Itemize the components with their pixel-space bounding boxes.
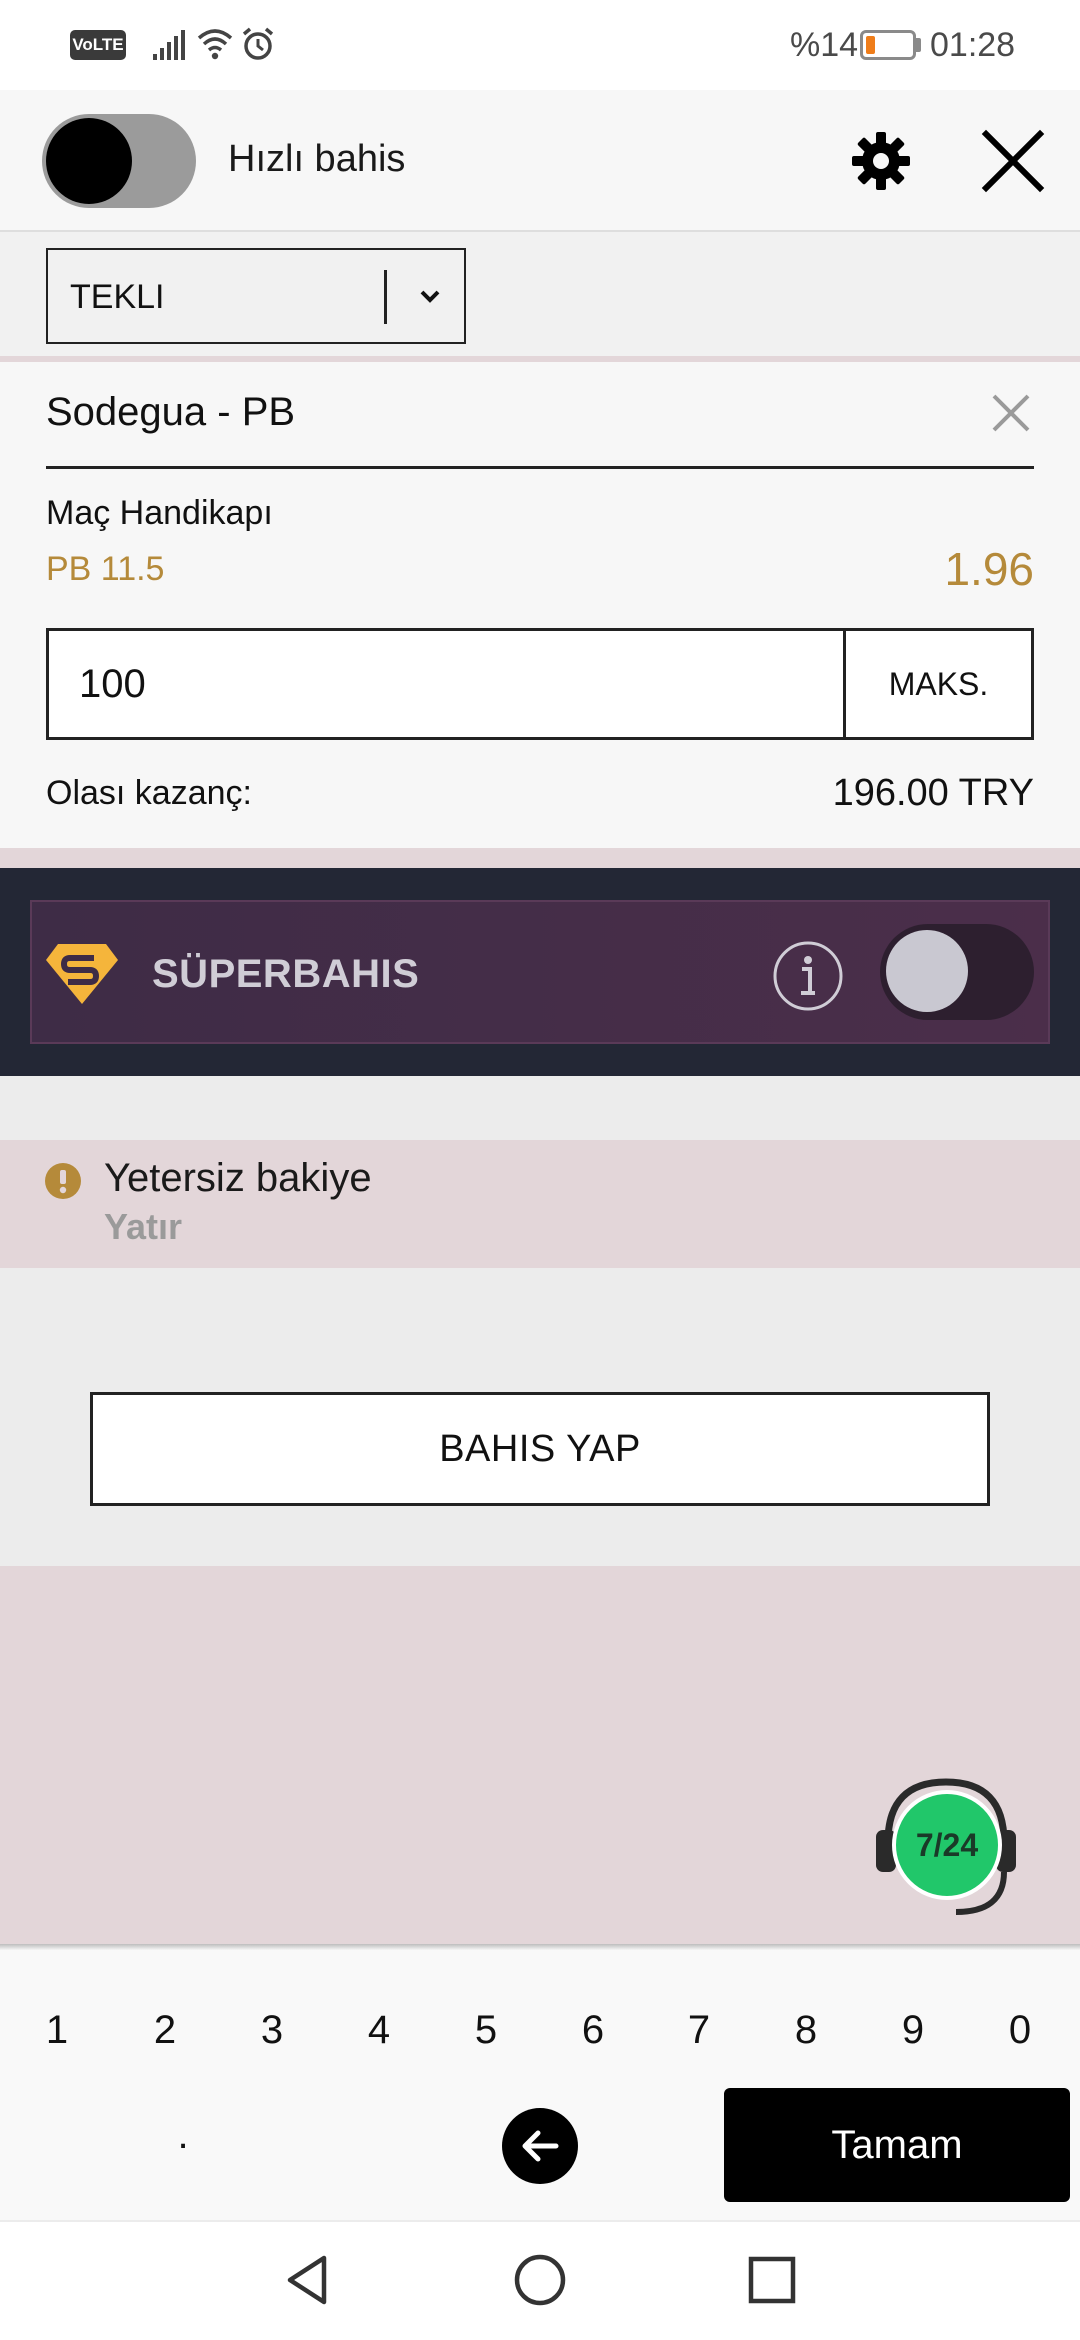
divider — [0, 848, 1080, 868]
volte-icon: VoLTE — [70, 30, 126, 60]
stake-box: MAKS. — [46, 628, 1034, 740]
battery-percent: %14 — [790, 26, 859, 64]
superbahis-label: SÜPERBAHIS — [152, 952, 420, 996]
match-name: Sodegua - PB — [46, 390, 296, 434]
superbahis-toggle-knob — [886, 930, 968, 1012]
live-support-badge[interactable]: 7/24 — [892, 1790, 1002, 1900]
key-dot[interactable]: . — [138, 2100, 228, 2180]
chevron-down-icon — [420, 290, 440, 303]
alarm-icon — [242, 27, 274, 60]
match-underline — [46, 466, 1034, 469]
place-bet-area: BAHIS YAP — [0, 1268, 1080, 1566]
key-2[interactable]: 2 — [120, 1990, 210, 2070]
dropdown-separator — [384, 270, 387, 324]
done-key[interactable]: Tamam — [724, 2088, 1070, 2202]
clock: 01:28 — [930, 26, 1016, 64]
backspace-arrow-icon — [522, 2130, 559, 2162]
warning-icon — [45, 1163, 81, 1199]
key-6[interactable]: 6 — [548, 1990, 638, 2070]
superbahis-logo-icon — [46, 944, 118, 1004]
max-stake-button[interactable]: MAKS. — [846, 631, 1031, 737]
superbahis-toggle[interactable] — [880, 924, 1034, 1020]
superbahis-card: SÜPERBAHIS — [30, 900, 1050, 1044]
insufficient-balance-warning: Yetersiz bakiye Yatır — [0, 1140, 1080, 1268]
bet-card: Sodegua - PB Maç Handikapı PB 11.5 1.96 … — [0, 362, 1080, 848]
backspace-key[interactable] — [502, 2108, 578, 2184]
battery-icon — [860, 30, 916, 60]
potential-win-value: 196.00 TRY — [832, 772, 1034, 814]
key-1[interactable]: 1 — [12, 1990, 102, 2070]
key-5[interactable]: 5 — [441, 1990, 531, 2070]
nav-back-icon[interactable] — [278, 2250, 338, 2310]
superbahis-section: SÜPERBAHIS — [0, 868, 1080, 1076]
nav-recent-apps-icon[interactable] — [742, 2250, 802, 2310]
key-0[interactable]: 0 — [975, 1990, 1065, 2070]
quick-bet-toggle-knob — [46, 118, 132, 204]
odds-value: 1.96 — [944, 543, 1034, 595]
key-3[interactable]: 3 — [227, 1990, 317, 2070]
potential-win-label: Olası kazanç: — [46, 774, 252, 812]
quick-bet-toggle[interactable] — [42, 114, 196, 208]
bet-type-dropdown[interactable]: TEKLI — [46, 248, 466, 344]
wifi-icon — [197, 29, 233, 60]
nav-home-icon[interactable] — [510, 2250, 570, 2310]
warning-text: Yetersiz bakiye — [104, 1156, 372, 1200]
signal-icon — [153, 30, 185, 60]
remove-bet-icon[interactable] — [990, 392, 1032, 434]
betslip-header: Hızlı bahis — [0, 90, 1080, 232]
spacer — [0, 1076, 1080, 1140]
battery-tip — [916, 38, 921, 52]
key-7[interactable]: 7 — [654, 1990, 744, 2070]
place-bet-button[interactable]: BAHIS YAP — [90, 1392, 990, 1506]
close-icon[interactable] — [980, 128, 1046, 194]
quick-bet-label: Hızlı bahis — [228, 138, 406, 180]
deposit-link[interactable]: Yatır — [104, 1206, 182, 1248]
key-8[interactable]: 8 — [761, 1990, 851, 2070]
key-4[interactable]: 4 — [334, 1990, 424, 2070]
info-icon[interactable] — [772, 940, 844, 1012]
status-bar: VoLTE %14 01:28 — [0, 0, 1080, 90]
system-nav-bar — [0, 2220, 1080, 2340]
market-name: Maç Handikapı — [46, 494, 273, 532]
numeric-keyboard: 1 2 3 4 5 6 7 8 9 0 . Tamam — [0, 1950, 1080, 2220]
battery-fill — [866, 36, 875, 54]
bet-type-row: TEKLI — [0, 232, 1080, 356]
key-9[interactable]: 9 — [868, 1990, 958, 2070]
selection-name: PB 11.5 — [46, 550, 165, 588]
bet-type-value: TEKLI — [70, 278, 165, 316]
settings-gear-icon[interactable] — [850, 130, 912, 192]
stake-input[interactable] — [49, 631, 845, 737]
